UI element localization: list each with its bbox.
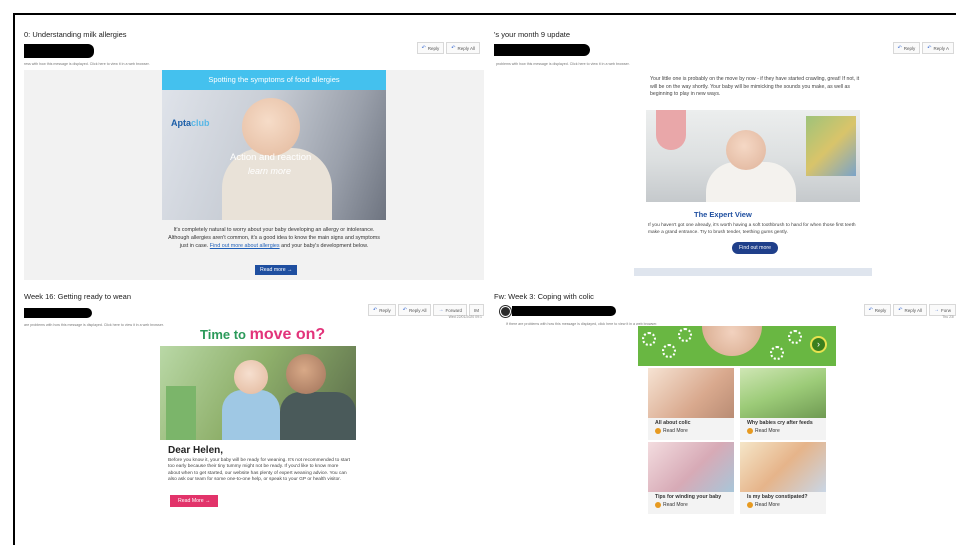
email-headline: Time to move on? (200, 326, 326, 343)
allergies-link[interactable]: Find out more about allergies (210, 243, 280, 249)
article-card[interactable]: Why babies cry after feeds Read More (740, 368, 826, 440)
article-card[interactable]: Tips for winding your baby Read More (648, 442, 734, 514)
reply-button[interactable]: ↶ Reply (368, 304, 396, 316)
email-intro: Your little one is probably on the move … (650, 76, 860, 97)
email-panel-weaning: Week 16: Getting ready to wean are probl… (24, 290, 484, 540)
decor-circle (788, 330, 802, 344)
greeting: Dear Helen, (168, 445, 224, 456)
email-panel-milk-allergies: 0: Understanding milk allergies ress wit… (24, 28, 484, 283)
reply-all-icon: ↶ (402, 307, 407, 313)
email-subject: 's your month 9 update (494, 30, 571, 39)
card-image (740, 368, 826, 418)
decor-circle (662, 344, 676, 358)
email-copy: It's completely natural to worry about y… (168, 227, 380, 249)
decor-circle (642, 332, 656, 346)
read-more-button[interactable]: Read More → (170, 495, 219, 507)
hero-image-baby[interactable]: Aptaclub Action and reaction learn more (162, 90, 386, 220)
card-image (740, 442, 826, 492)
decor-circle (770, 346, 784, 360)
redacted-sender (24, 308, 92, 318)
reply-all-icon: ↶ (898, 307, 903, 313)
reply-button[interactable]: ↶ Reply (892, 42, 921, 54)
read-more-button[interactable]: Read more → (255, 265, 298, 275)
card-title: All about colic (655, 420, 691, 426)
baby-shape (222, 390, 280, 440)
reply-all-button[interactable]: ↶ Reply All (446, 42, 480, 54)
redacted-sender (512, 306, 616, 316)
footer-band (634, 268, 872, 276)
email-subject: Week 16: Getting ready to wean (24, 292, 132, 301)
father-shape (280, 392, 356, 440)
read-more-link[interactable]: Read More (655, 502, 688, 508)
find-out-more-button[interactable]: Find out more (732, 242, 779, 254)
email-panel-colic: Fw: Week 3: Coping with colic If there a… (494, 290, 956, 540)
forward-icon: → (438, 307, 444, 313)
reply-all-button[interactable]: ↶ Reply All (893, 304, 927, 316)
reply-all-button[interactable]: ↶ Reply All (397, 304, 432, 316)
reply-icon: ↶ (373, 307, 378, 313)
hero-image-crawling-baby[interactable] (646, 110, 860, 202)
card-title: Is my baby constipated? (747, 494, 808, 500)
email-subject: 0: Understanding milk allergies (24, 30, 127, 39)
decor-circle (678, 328, 692, 342)
reply-button[interactable]: ↶ Reply (416, 42, 445, 54)
email-actions: ↶ Reply ↶ Reply A (892, 42, 954, 54)
aptaclub-logo: Aptaclub (171, 118, 210, 128)
reply-all-icon: ↶ (451, 45, 456, 51)
crying-baby-shape (702, 326, 762, 356)
read-more-dot-icon (747, 502, 753, 508)
redacted-sender (494, 44, 590, 56)
section-heading: The Expert View (694, 210, 752, 219)
article-card[interactable]: Is my baby constipated? Read More (740, 442, 826, 514)
card-title: Why babies cry after feeds (747, 420, 813, 426)
reply-button[interactable]: ↶ Reply (863, 304, 892, 316)
display-info-bar[interactable]: ress with how this message is displayed.… (24, 62, 150, 66)
baby-head-shape (726, 130, 766, 170)
read-more-link[interactable]: Read More (655, 428, 688, 434)
read-more-link[interactable]: Read More (747, 502, 780, 508)
read-more-dot-icon (747, 428, 753, 434)
hero-subtitle: learn more (248, 166, 292, 176)
forward-icon: → (934, 307, 939, 313)
sender-avatar (500, 306, 511, 317)
email-copy: Before you know it, your baby will be re… (168, 458, 350, 482)
father-head-shape (286, 354, 326, 394)
reply-all-button[interactable]: ↶ Reply A (922, 42, 954, 54)
read-more-dot-icon (655, 502, 661, 508)
parent-shape (656, 110, 686, 150)
display-info-bar[interactable]: If there are problems with how this mess… (506, 322, 657, 326)
reply-icon: ↶ (868, 307, 873, 313)
hero-title: Action and reaction (230, 152, 312, 163)
reply-all-icon: ↶ (927, 45, 932, 51)
card-image (648, 442, 734, 492)
email-banner: Spotting the symptoms of food allergies (162, 70, 386, 90)
email-actions: ↶ Reply ↶ Reply All (416, 42, 480, 54)
expert-copy: If you haven't got one already, it's wor… (648, 223, 856, 235)
reply-icon: ↶ (897, 45, 902, 51)
hero-image-father-baby[interactable] (160, 346, 356, 440)
display-info-bar[interactable]: are problems with how this message is di… (24, 323, 164, 327)
wall-picture-shape (806, 116, 856, 176)
arrow-right-icon[interactable]: › (810, 336, 827, 353)
card-title: Tips for winding your baby (655, 494, 722, 500)
read-more-dot-icon (655, 428, 661, 434)
hero-banner[interactable]: › (638, 326, 836, 366)
email-panel-month-9: 's your month 9 update problems with how… (494, 28, 956, 283)
toy-shape (166, 386, 196, 440)
baby-head-shape (242, 98, 300, 156)
card-image (648, 368, 734, 418)
display-info-bar[interactable]: problems with how this message is displa… (496, 62, 630, 66)
redacted-sender (24, 44, 94, 58)
article-card[interactable]: All about colic Read More (648, 368, 734, 440)
email-subject: Fw: Week 3: Coping with colic (494, 292, 594, 301)
read-more-link[interactable]: Read More (747, 428, 780, 434)
email-date: Wed 22/01/2020 09:1 (448, 315, 482, 319)
reply-icon: ↶ (421, 45, 426, 51)
email-date: Thu 23/ (942, 315, 954, 319)
baby-head-shape (234, 360, 268, 394)
